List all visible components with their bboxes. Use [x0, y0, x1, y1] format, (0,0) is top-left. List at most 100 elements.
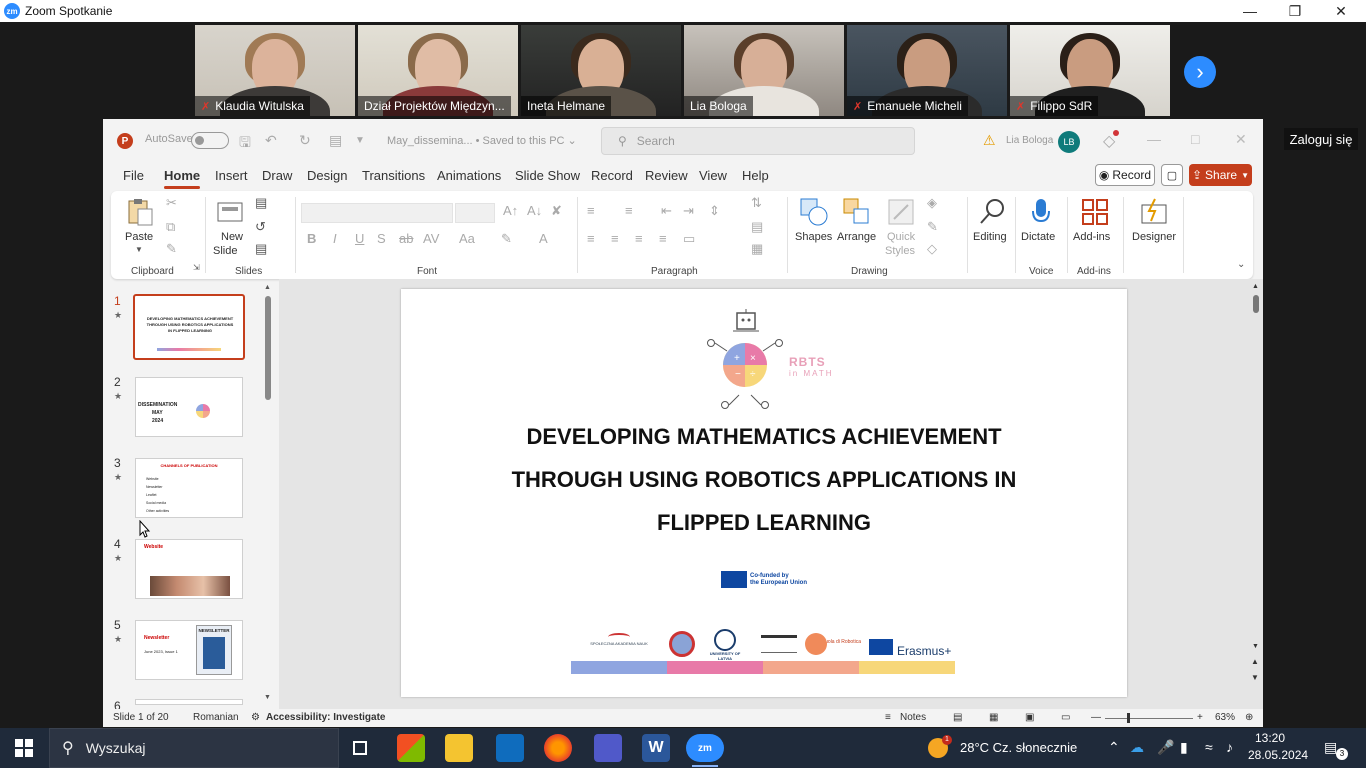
user-name[interactable]: Lia Bologa	[1006, 135, 1053, 146]
next-participants-button[interactable]: ›	[1184, 56, 1216, 88]
align-left-icon[interactable]: ≡	[587, 231, 595, 246]
reset-icon[interactable]: ↺	[255, 219, 266, 235]
language-indicator[interactable]: Romanian	[193, 712, 239, 723]
slide-sorter-icon[interactable]: ▦	[989, 712, 998, 723]
font-size-box[interactable]	[455, 203, 495, 223]
tab-file[interactable]: File	[123, 168, 144, 183]
shadow-icon[interactable]: S	[377, 231, 386, 246]
slide-thumbnail-3[interactable]: CHANNELS OF PUBLICATION Website Newslett…	[135, 458, 243, 518]
tab-animations[interactable]: Animations	[437, 168, 501, 183]
participant-video[interactable]: ✗ Emanuele Micheli	[847, 25, 1007, 116]
copy-icon[interactable]: ⧉	[166, 219, 175, 235]
participant-video[interactable]: Lia Bologa	[684, 25, 844, 116]
task-view-icon[interactable]	[346, 734, 374, 762]
restore-icon[interactable]: ❐	[1272, 0, 1318, 22]
chevron-up-icon[interactable]: ⌃	[1108, 739, 1120, 756]
line-spacing-icon[interactable]: ⇕	[709, 203, 720, 219]
normal-view-icon[interactable]: ▤	[953, 712, 962, 723]
tab-draw[interactable]: Draw	[262, 168, 292, 183]
current-slide[interactable]: + × − ÷ RBTS in MATH DEVELOPING MATHEMAT…	[401, 289, 1127, 697]
share-button[interactable]: ⇪ Share ▼	[1189, 164, 1252, 186]
tab-insert[interactable]: Insert	[215, 168, 248, 183]
decrease-indent-icon[interactable]: ⇤	[661, 203, 672, 219]
file-explorer-icon[interactable]	[445, 734, 473, 762]
align-text-icon[interactable]: ▤	[751, 219, 763, 235]
addins-button[interactable]: Add-ins	[1073, 195, 1117, 257]
participant-video[interactable]: Dział Projektów Międzyn...	[358, 25, 518, 116]
teams-icon[interactable]	[594, 734, 622, 762]
taskbar-search[interactable]: ⚲ Wyszukaj	[49, 728, 339, 768]
microsoft-store-icon[interactable]	[397, 734, 425, 762]
minimize-icon[interactable]: —	[1227, 0, 1273, 22]
slide-thumbnail-1[interactable]: DEVELOPING MATHEMATICS ACHIEVEMENT THROU…	[133, 294, 245, 360]
slide-thumbnail-5[interactable]: Newsletter June 2023, Issue 1 NEWSLETTER	[135, 620, 243, 680]
tab-slide-show[interactable]: Slide Show	[515, 168, 580, 183]
scroll-thumb[interactable]	[1253, 295, 1259, 313]
previous-slide-icon[interactable]: ▲	[1251, 657, 1259, 666]
firefox-icon[interactable]	[544, 734, 572, 762]
bold-icon[interactable]: B	[307, 231, 316, 246]
clock-time[interactable]: 13:20	[1255, 731, 1285, 745]
close-icon[interactable]: ✕	[1235, 131, 1247, 148]
customize-qat-icon[interactable]: ▼	[355, 135, 365, 146]
collapse-ribbon-icon[interactable]: ⌄	[1237, 259, 1245, 270]
new-slide-button[interactable]: New Slide	[213, 195, 249, 257]
reading-view-icon[interactable]: ▣	[1025, 712, 1034, 723]
close-icon[interactable]: ✕	[1318, 0, 1364, 22]
notes-button[interactable]: Notes	[900, 712, 926, 723]
columns-icon[interactable]: ▭	[683, 231, 695, 247]
document-name[interactable]: May_dissemina... • Saved to this PC ⌄	[387, 134, 577, 147]
shape-fill-icon[interactable]: ◈	[927, 195, 937, 211]
zoom-in-icon[interactable]: +	[1197, 712, 1203, 723]
numbering-icon[interactable]: ≡	[625, 203, 633, 218]
windows-start-icon[interactable]	[15, 739, 33, 757]
fit-slide-icon[interactable]: ⊕	[1245, 712, 1253, 723]
quick-styles-button[interactable]: Quick Styles	[883, 195, 919, 257]
volume-icon[interactable]: ♪	[1226, 739, 1233, 755]
signin-tooltip[interactable]: Zaloguj się	[1284, 128, 1358, 150]
next-slide-icon[interactable]: ▼	[1251, 673, 1259, 682]
scroll-down-icon[interactable]: ▼	[1252, 643, 1259, 650]
grow-font-icon[interactable]: A↑	[503, 203, 518, 218]
zoom-level[interactable]: 63%	[1215, 712, 1235, 723]
font-name-box[interactable]	[301, 203, 453, 223]
warning-icon[interactable]: ⚠	[983, 132, 996, 149]
undo-icon[interactable]: ↶	[265, 132, 277, 149]
underline-icon[interactable]: U	[355, 231, 364, 246]
clear-format-icon[interactable]: ✘	[551, 203, 562, 219]
section-icon[interactable]: ▤	[255, 241, 267, 257]
weather-text[interactable]: 28°C Cz. słonecznie	[960, 740, 1077, 755]
highlight-icon[interactable]: ✎	[501, 231, 512, 247]
bullets-icon[interactable]: ≡	[587, 203, 595, 218]
search-box[interactable]: ⚲ Search	[601, 127, 915, 155]
italic-icon[interactable]: I	[333, 231, 337, 246]
tab-record[interactable]: Record	[591, 168, 633, 183]
arrange-button[interactable]: Arrange	[837, 195, 877, 257]
scroll-up-icon[interactable]: ▲	[1252, 283, 1259, 290]
record-button[interactable]: ◉ Record	[1095, 164, 1155, 186]
designer-button[interactable]: Designer	[1129, 195, 1179, 257]
spacing-icon[interactable]: AV	[423, 231, 439, 246]
dialog-launcher-icon[interactable]: ⇲	[193, 263, 200, 272]
zoom-out-icon[interactable]: —	[1091, 712, 1101, 723]
minimize-icon[interactable]: —	[1147, 131, 1161, 147]
save-icon[interactable]: 🖫	[239, 132, 251, 156]
cut-icon[interactable]: ✂	[166, 195, 177, 211]
shape-effects-icon[interactable]: ◇	[927, 241, 937, 257]
avatar[interactable]: LB	[1058, 131, 1080, 153]
paste-button[interactable]: Paste ▼	[123, 195, 157, 257]
present-icon[interactable]: ▤	[329, 132, 342, 149]
text-direction-icon[interactable]: ⇅	[751, 195, 762, 211]
shapes-button[interactable]: Shapes	[795, 195, 833, 257]
wifi-icon[interactable]: ≈	[1205, 739, 1213, 755]
autosave-toggle[interactable]	[191, 132, 229, 149]
smartart-icon[interactable]: ▦	[751, 241, 763, 257]
tab-help[interactable]: Help	[742, 168, 769, 183]
premium-diamond-icon[interactable]: ◇	[1103, 130, 1120, 151]
notes-icon[interactable]: ≡	[885, 712, 891, 723]
battery-icon[interactable]: ▮	[1180, 739, 1188, 756]
editor-scrollbar[interactable]: ▲ ▼ ▲ ▼	[1251, 279, 1263, 709]
dictate-button[interactable]: Dictate	[1021, 195, 1061, 257]
thumbnail-scrollbar[interactable]: ▲ ▼	[264, 284, 272, 704]
microphone-icon[interactable]: 🎤	[1157, 739, 1174, 756]
